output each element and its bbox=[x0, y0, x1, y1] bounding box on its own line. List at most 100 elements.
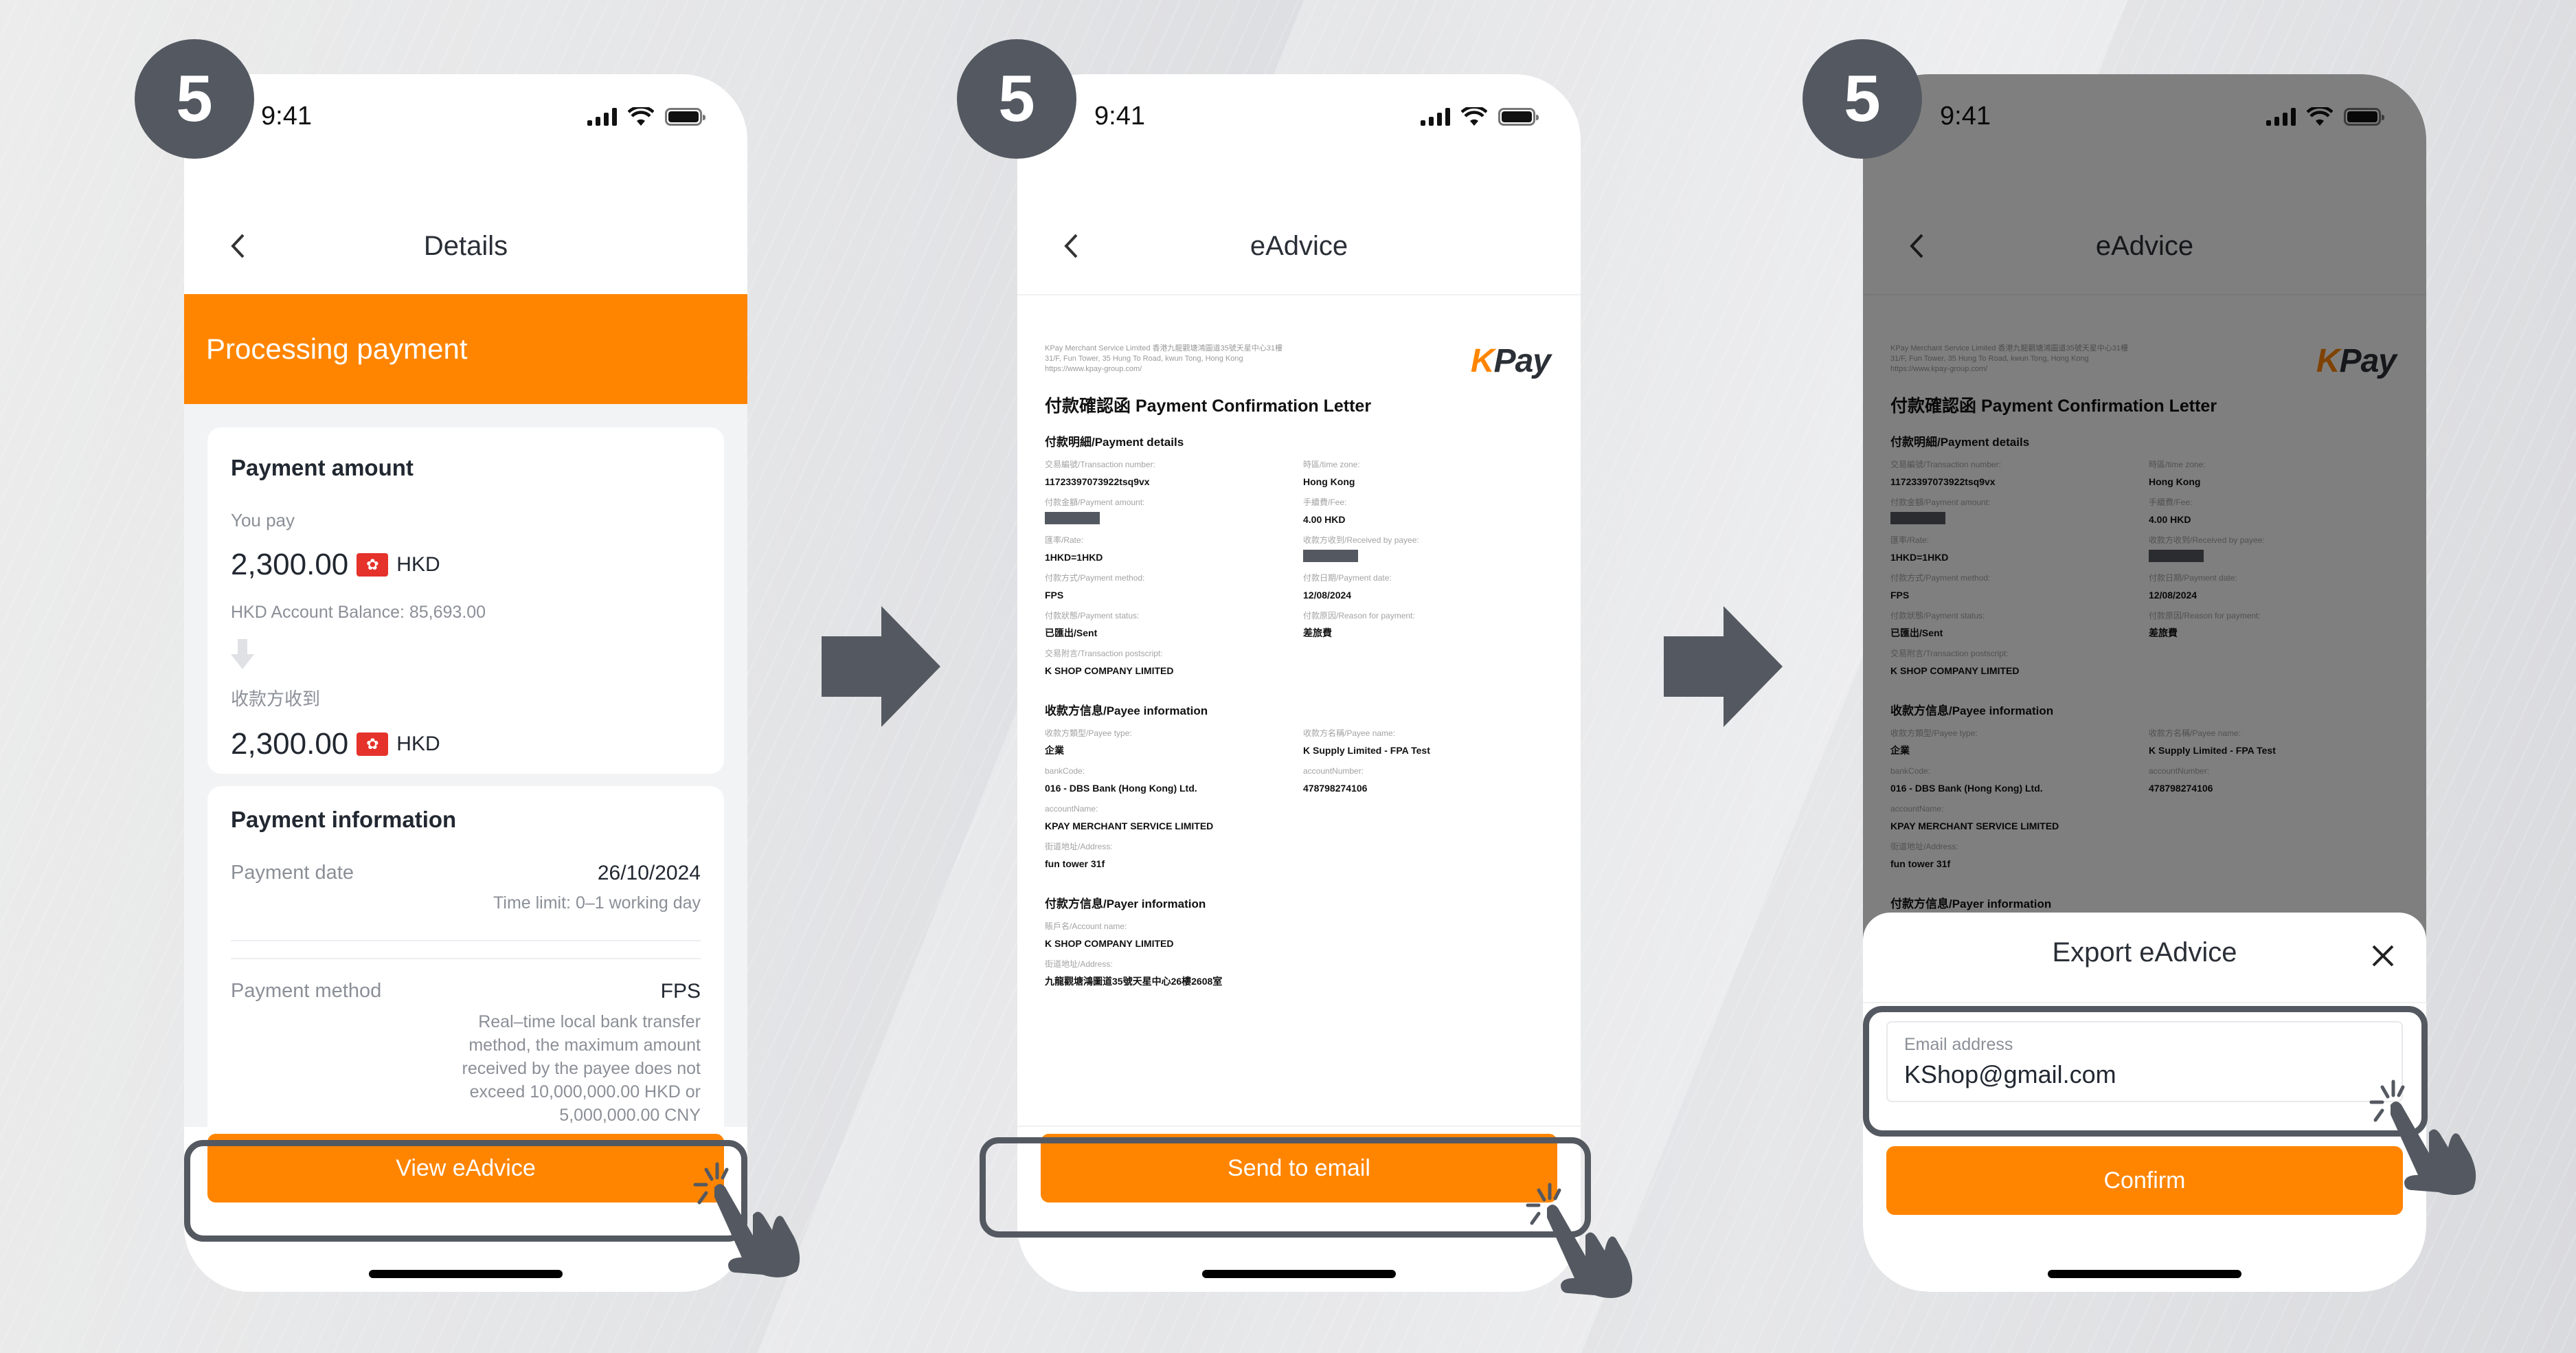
back-button[interactable] bbox=[217, 225, 258, 267]
page-title: eAdvice bbox=[1250, 230, 1348, 261]
document-field: 付款方式/Payment method: FPS bbox=[1045, 572, 1303, 610]
document-field: bankCode: 016 - DBS Bank (Hong Kong) Ltd. bbox=[1045, 765, 1303, 803]
field-label: 賬戶名/Account name: bbox=[1045, 921, 1127, 931]
document-field: 匯率/Rate: 1HKD=1HKD bbox=[1045, 535, 1303, 572]
field-label: 街道地址/Address: bbox=[1045, 959, 1113, 969]
field-label: accountName: bbox=[1045, 804, 1098, 814]
document-field bbox=[1303, 921, 1553, 959]
document-title: 付款確認函 Payment Confirmation Letter bbox=[1045, 396, 1372, 416]
close-icon bbox=[2372, 945, 2394, 967]
you-pay-label: You pay bbox=[231, 510, 295, 530]
field-label: 收款方收到/Received by payee: bbox=[1303, 535, 1419, 545]
field-value: 差旅費 bbox=[1303, 627, 1332, 638]
company-header: KPay Merchant Service Limited 香港九龍觀塘鴻圖道3… bbox=[1045, 344, 1361, 374]
tap-hand-icon bbox=[693, 1162, 800, 1277]
email-input[interactable]: KShop@gmail.com bbox=[1904, 1060, 2385, 1089]
field-label: 交易附言/Transaction postscript: bbox=[1045, 649, 1163, 658]
description-line: Real–time local bank transfer bbox=[478, 1012, 701, 1031]
logo-pay: Pay bbox=[1493, 343, 1551, 379]
field-label: 付款方式/Payment method: bbox=[1045, 573, 1145, 583]
document-field: 街道地址/Address: 九龍觀塘鴻圖道35號天星中心26樓2608室 bbox=[1045, 959, 1303, 996]
field-value: 1HKD=1HKD bbox=[1045, 552, 1103, 563]
hk-flag-icon: ✿ bbox=[357, 733, 389, 756]
account-balance: HKD Account Balance: 85,693.00 bbox=[231, 603, 486, 622]
field-label: 收款方名稱/Payee name: bbox=[1303, 728, 1396, 738]
page-title: Details bbox=[423, 230, 508, 261]
description-line: method, the maximum amount bbox=[468, 1036, 701, 1055]
field-label: 匯率/Rate: bbox=[1045, 535, 1084, 545]
status-bar: 9:41 bbox=[1017, 74, 1581, 177]
document-field: 付款狀態/Payment status: 已匯出/Sent bbox=[1045, 610, 1303, 648]
chevron-left-icon bbox=[1064, 234, 1078, 258]
battery-icon bbox=[665, 108, 705, 126]
next-step-arrow-icon bbox=[1664, 606, 1783, 727]
payment-info-title: Payment information bbox=[231, 807, 457, 832]
eadvice-document: KPay Merchant Service Limited 香港九龍觀塘鴻圖道3… bbox=[1017, 294, 1581, 1127]
phone-screen-export: 9:41 eAdvice KPay Merchant Service Limit… bbox=[1863, 74, 2426, 1292]
export-eadvice-sheet: Export eAdvice Email address KShop@gmail… bbox=[1863, 913, 2426, 1292]
field-value: K Supply Limited - FPA Test bbox=[1303, 745, 1430, 756]
field-value: 企業 bbox=[1045, 745, 1064, 756]
section-fields: 賬戶名/Account name: K SHOP COMPANY LIMITED 街… bbox=[1045, 921, 1553, 996]
document-field: 手續費/Fee: 4.00 HKD bbox=[1303, 497, 1553, 535]
sheet-title: Export eAdvice bbox=[2052, 937, 2237, 968]
document-field: 付款金額/Payment amount: bbox=[1045, 497, 1303, 535]
description-line: exceed 10,000,000.00 HKD or bbox=[469, 1082, 701, 1102]
step-badge-2: 5 bbox=[957, 39, 1076, 159]
document-field: 街道地址/Address: fun tower 31f bbox=[1045, 841, 1303, 879]
document-field: 付款日期/Payment date: 12/08/2024 bbox=[1303, 572, 1553, 610]
field-label: 交易編號/Transaction number: bbox=[1045, 460, 1155, 469]
status-bar: 9:41 bbox=[184, 74, 747, 177]
section-heading: 付款方信息/Payer information bbox=[1045, 897, 1206, 910]
send-to-email-button[interactable]: Send to email bbox=[1041, 1134, 1557, 1203]
section-heading: 收款方信息/Payee information bbox=[1045, 704, 1208, 717]
home-indicator bbox=[369, 1270, 563, 1278]
confirm-button[interactable]: Confirm bbox=[1886, 1146, 2403, 1215]
home-indicator bbox=[1202, 1270, 1396, 1278]
field-value: KPAY MERCHANT SERVICE LIMITED bbox=[1045, 820, 1214, 831]
payment-method-description: Real–time local bank transfer method, th… bbox=[462, 1010, 701, 1127]
field-value: K SHOP COMPANY LIMITED bbox=[1045, 938, 1174, 949]
field-value: Hong Kong bbox=[1303, 476, 1355, 487]
email-field-label: Email address bbox=[1904, 1035, 2013, 1054]
time-limit: Time limit: 0–1 working day bbox=[493, 893, 701, 913]
back-button[interactable] bbox=[1050, 225, 1092, 267]
home-indicator bbox=[2048, 1270, 2241, 1278]
status-banner-text: Processing payment bbox=[206, 333, 468, 365]
field-value: FPS bbox=[1045, 590, 1064, 601]
email-field[interactable]: Email address KShop@gmail.com bbox=[1886, 1021, 2403, 1102]
bottom-action-area: View eAdvice bbox=[184, 1127, 747, 1292]
field-value: K SHOP COMPANY LIMITED bbox=[1045, 665, 1174, 676]
you-pay-amount: 2,300.00 bbox=[231, 548, 349, 581]
field-label: 街道地址/Address: bbox=[1045, 842, 1113, 851]
arrow-down-icon bbox=[231, 639, 254, 669]
description-line: 5,000,000.00 CNY bbox=[559, 1106, 701, 1125]
close-button[interactable] bbox=[2366, 939, 2400, 973]
battery-icon bbox=[1498, 108, 1539, 126]
nav-bar: Details bbox=[184, 198, 747, 294]
field-value: 九龍觀塘鴻圖道35號天星中心26樓2608室 bbox=[1045, 976, 1223, 987]
wifi-icon bbox=[628, 107, 654, 126]
wifi-icon bbox=[1461, 107, 1487, 126]
payment-amount-title: Payment amount bbox=[231, 455, 414, 480]
status-time: 9:41 bbox=[261, 102, 312, 131]
section-fields: 交易編號/Transaction number: 11723397073922ts… bbox=[1045, 459, 1553, 686]
field-label: 付款原因/Reason for payment: bbox=[1303, 611, 1415, 620]
divider bbox=[1863, 1002, 2426, 1003]
payment-date-value: 26/10/2024 bbox=[597, 862, 701, 884]
tap-hand-icon bbox=[2369, 1080, 2476, 1195]
company-address: 31/F, Fun Tower, 35 Hung To Road, kwun T… bbox=[1045, 355, 1243, 363]
next-step-arrow-icon bbox=[822, 606, 940, 727]
tap-hand-icon bbox=[1526, 1183, 1633, 1298]
chevron-left-icon bbox=[231, 234, 245, 258]
step-badge-1: 5 bbox=[135, 39, 254, 159]
field-label: 手續費/Fee: bbox=[1303, 497, 1347, 507]
payment-date-label: Payment date bbox=[231, 862, 354, 884]
view-eadvice-button[interactable]: View eAdvice bbox=[207, 1134, 724, 1203]
document-field: 付款原因/Reason for payment: 差旅費 bbox=[1303, 610, 1553, 648]
logo-k: K bbox=[1470, 343, 1495, 379]
field-label: 時區/time zone: bbox=[1303, 460, 1360, 469]
field-label: 收款方類型/Payee type: bbox=[1045, 728, 1132, 738]
field-value: 4.00 HKD bbox=[1303, 514, 1346, 525]
divider bbox=[231, 958, 701, 959]
